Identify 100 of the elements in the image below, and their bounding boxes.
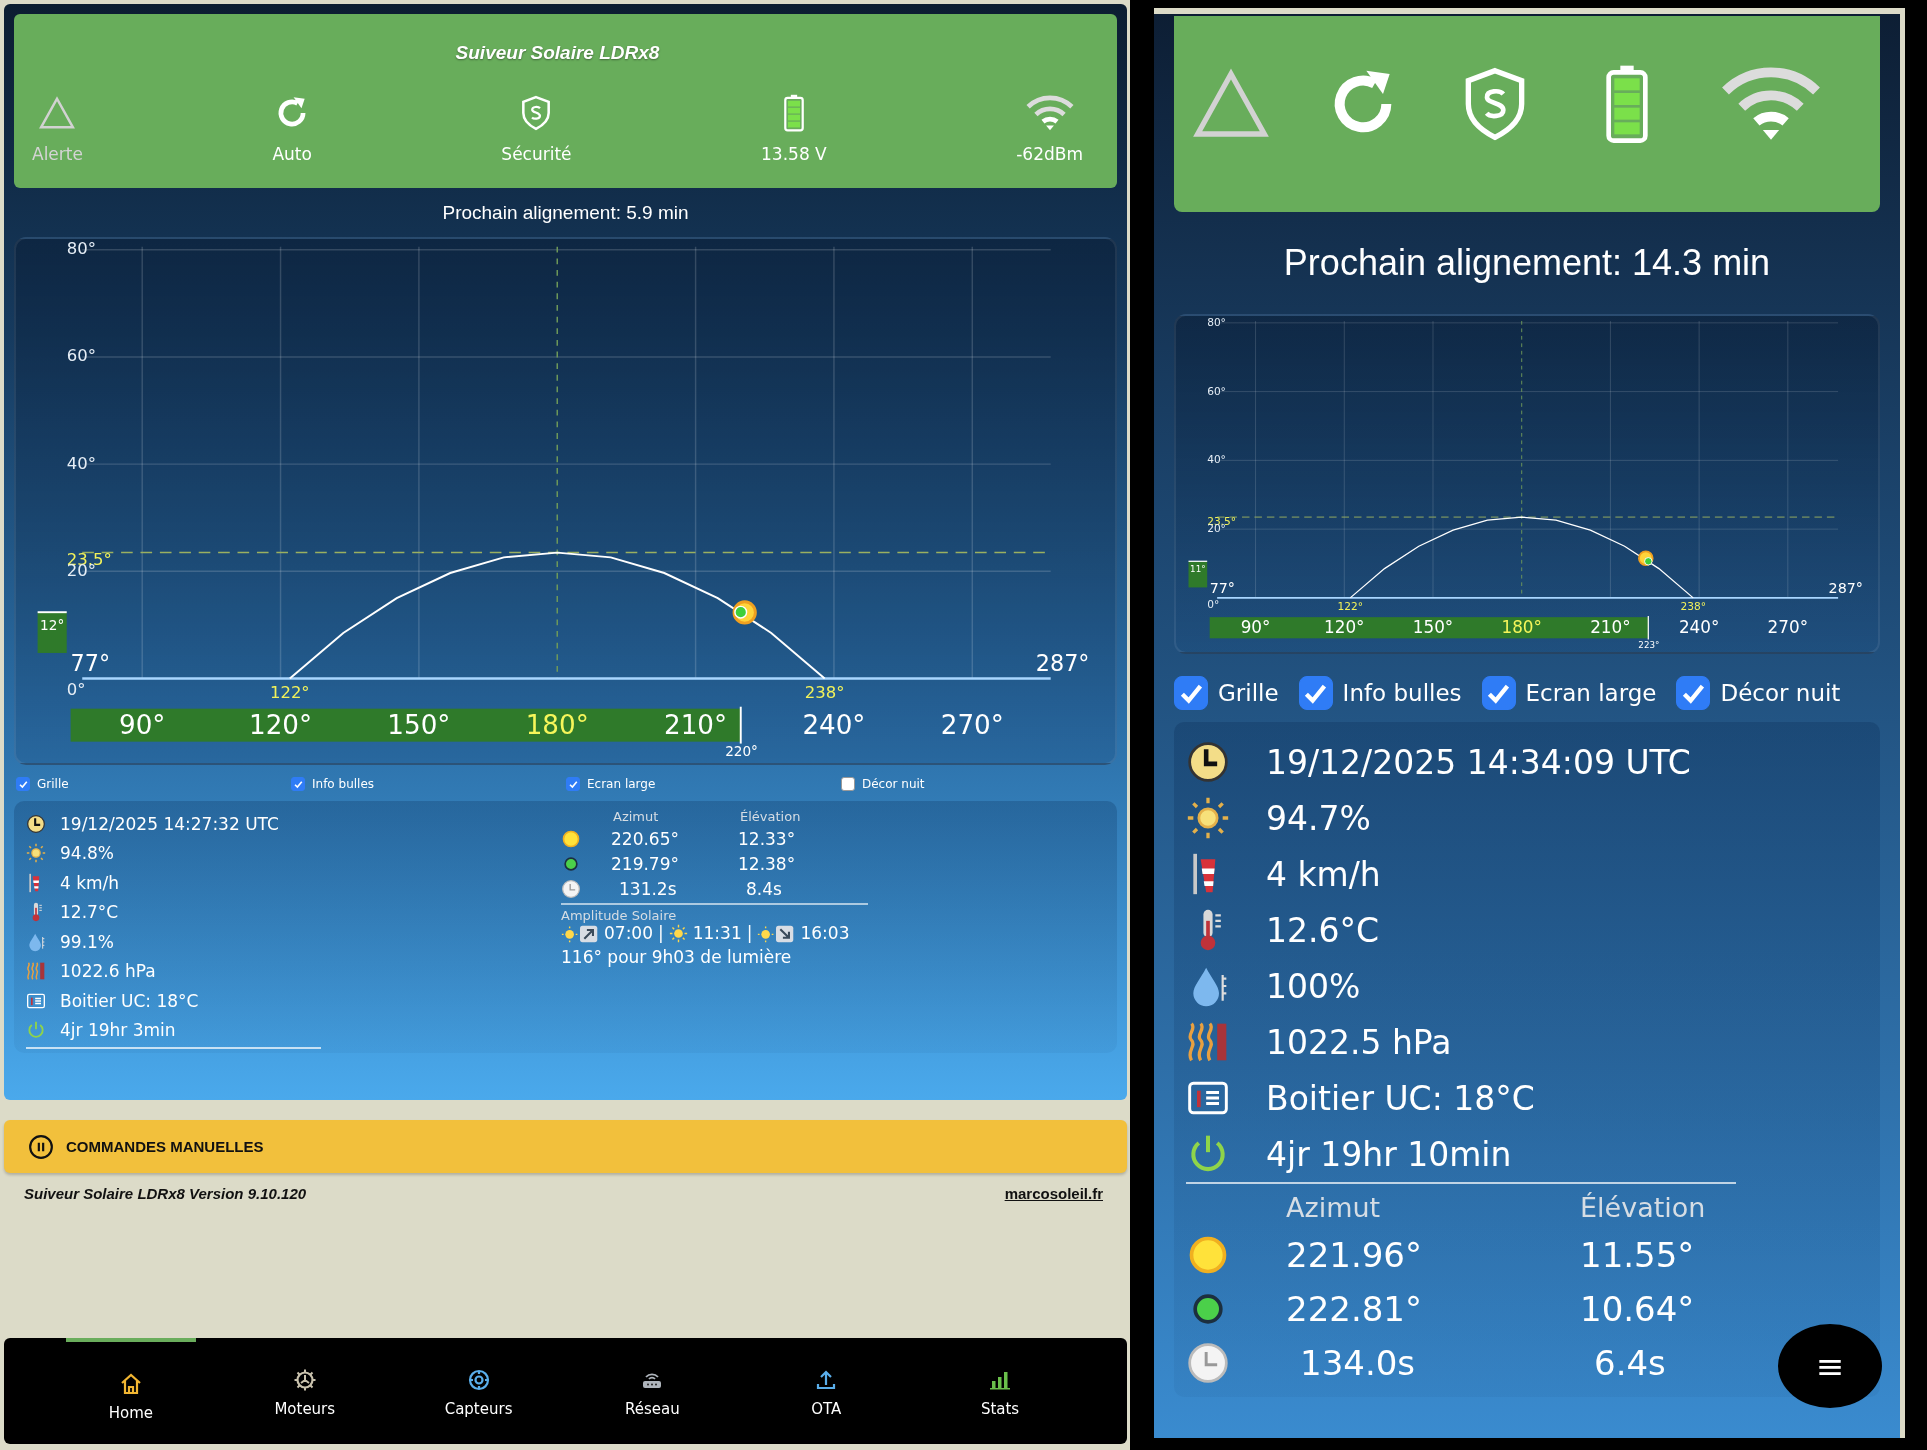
checkmark-icon [17,778,29,790]
nav-tab[interactable]: Capteurs [413,1338,544,1444]
reading-value: 100% [1266,966,1361,1006]
sunrise-icon [561,923,599,943]
checkbox-label[interactable]: Décor nuit [1720,680,1841,706]
azimuth-limit-label: 287° [1035,650,1090,677]
clock-icon [1186,740,1230,784]
axis-label: 0° [1207,598,1220,611]
nav-tab[interactable]: Stats [935,1338,1066,1444]
time-value: 16:03 [800,923,850,943]
axis-label: 270° [940,709,1004,740]
reading-value: 12.6°C [1266,910,1380,950]
checkbox-label[interactable]: Ecran large [1525,680,1657,706]
azimuth-marker [739,705,742,745]
checkbox-label[interactable]: Ecran large [587,777,656,791]
clock-icon [1186,1341,1230,1385]
azimuth-marker-label: 223° [1638,639,1660,650]
tracker-marker [1644,557,1653,566]
axis-label: 0° [66,679,86,699]
status-label: Alerte [32,144,83,164]
checkbox-label[interactable]: Grille [37,777,69,791]
reading-value: 4jr 19hr 3min [60,1020,176,1041]
amplitude-title: Amplitude Solaire [561,908,678,923]
nav-tab[interactable]: Réseau [587,1338,718,1444]
column-header: Azimut [612,809,660,824]
column-header: Azimut [1286,1192,1382,1223]
azimuth-marker-label: 220° [725,743,758,760]
clock-icon [561,879,581,899]
axis-label: 80° [1207,316,1226,328]
position-value: 12.33° [738,829,797,849]
position-value: 221.96° [1286,1235,1423,1275]
checkmark-icon [567,778,579,790]
checkmark-icon [292,778,304,790]
sun-icon [668,923,688,943]
azimuth-limit-label: 287° [1828,580,1863,597]
power-icon [26,1020,46,1041]
clock-icon [26,813,46,834]
website-link[interactable]: marcosoleil.fr [1004,1185,1103,1202]
sun-position-icon [561,829,581,849]
checkbox-label[interactable]: Info bulles [312,777,375,791]
sun-icon [26,843,46,864]
gear-icon [292,1368,317,1392]
axis-label: 150° [1412,617,1454,638]
checkbox[interactable] [1481,676,1516,710]
nav-tab[interactable]: Home [65,1338,196,1444]
column-header: Élévation [739,809,802,824]
checkbox[interactable] [1174,676,1208,710]
checkbox-label[interactable]: Info bulles [1342,680,1462,706]
azimuth-limit-label: 77° [70,650,111,677]
sunrise-azimuth-label: 122° [1337,600,1363,613]
axis-label: 90° [1240,617,1271,638]
axis-label: 180° [1501,617,1542,638]
sunrise-azimuth-label: 122° [269,682,310,702]
axis-label: 210° [1590,617,1631,638]
elevation-label: 12° [40,616,65,633]
water-drop-icon [26,931,46,952]
reading-value: 1022.6 hPa [60,961,156,982]
elevation-bar [1187,560,1208,588]
reading-value: 4jr 19hr 10min [1266,1134,1512,1174]
next-alignment-text: Prochain alignement: 5.9 min [441,201,690,225]
manual-controls-bar[interactable]: COMMANDES MANUELLES [4,1120,1127,1173]
checkbox[interactable] [1676,676,1711,710]
menu-button[interactable]: ≡ [1778,1324,1882,1408]
elevation-label: 11° [1190,564,1206,575]
axis-label: 240° [1678,617,1720,638]
checkbox[interactable] [16,777,30,791]
nav-tab[interactable]: OTA [761,1338,892,1444]
pause-icon [28,1133,54,1160]
azimuth-limit-label: 77° [1209,580,1235,597]
tracker-position-icon [561,854,581,874]
time-value: 11:31 [692,923,742,943]
checkbox-label[interactable]: Grille [1218,680,1279,706]
checkbox[interactable] [566,777,580,791]
axis-label: 240° [802,709,866,740]
checkbox[interactable] [1298,676,1333,710]
reading-value: 4 km/h [1266,854,1381,894]
axis-label: 60° [1207,384,1226,397]
axis-label: 90° [119,709,166,740]
time-value: 07:00 [604,923,653,943]
reading-value: 4 km/h [60,872,120,893]
checkbox[interactable] [841,777,855,791]
tracker-marker [734,605,748,619]
axis-label: 60° [66,346,96,366]
sensor-icon [466,1368,491,1392]
reading-value: 19/12/2025 14:34:09 UTC [1266,742,1691,782]
status-label: Sécurité [501,144,572,164]
position-value: 220.65° [611,829,680,849]
nav-tab[interactable]: Moteurs [239,1338,370,1444]
axis-label: 180° [525,709,589,740]
checkbox[interactable] [291,777,305,791]
checkbox-label[interactable]: Décor nuit [862,777,925,791]
position-value: 134.0s [1299,1343,1417,1383]
status-label: 13.58 V [761,144,827,164]
pressure-waves-icon [26,961,46,982]
reading-value: 94.8% [60,843,114,864]
axis-label: 120° [249,709,313,740]
reading-value: Boitier UC: 18°C [1266,1078,1535,1118]
sunset-icon [757,923,796,943]
manual-controls-label: COMMANDES MANUELLES [66,1138,264,1155]
version-text: Suiveur Solaire LDRx8 Version 9.10.120 [24,1185,307,1202]
